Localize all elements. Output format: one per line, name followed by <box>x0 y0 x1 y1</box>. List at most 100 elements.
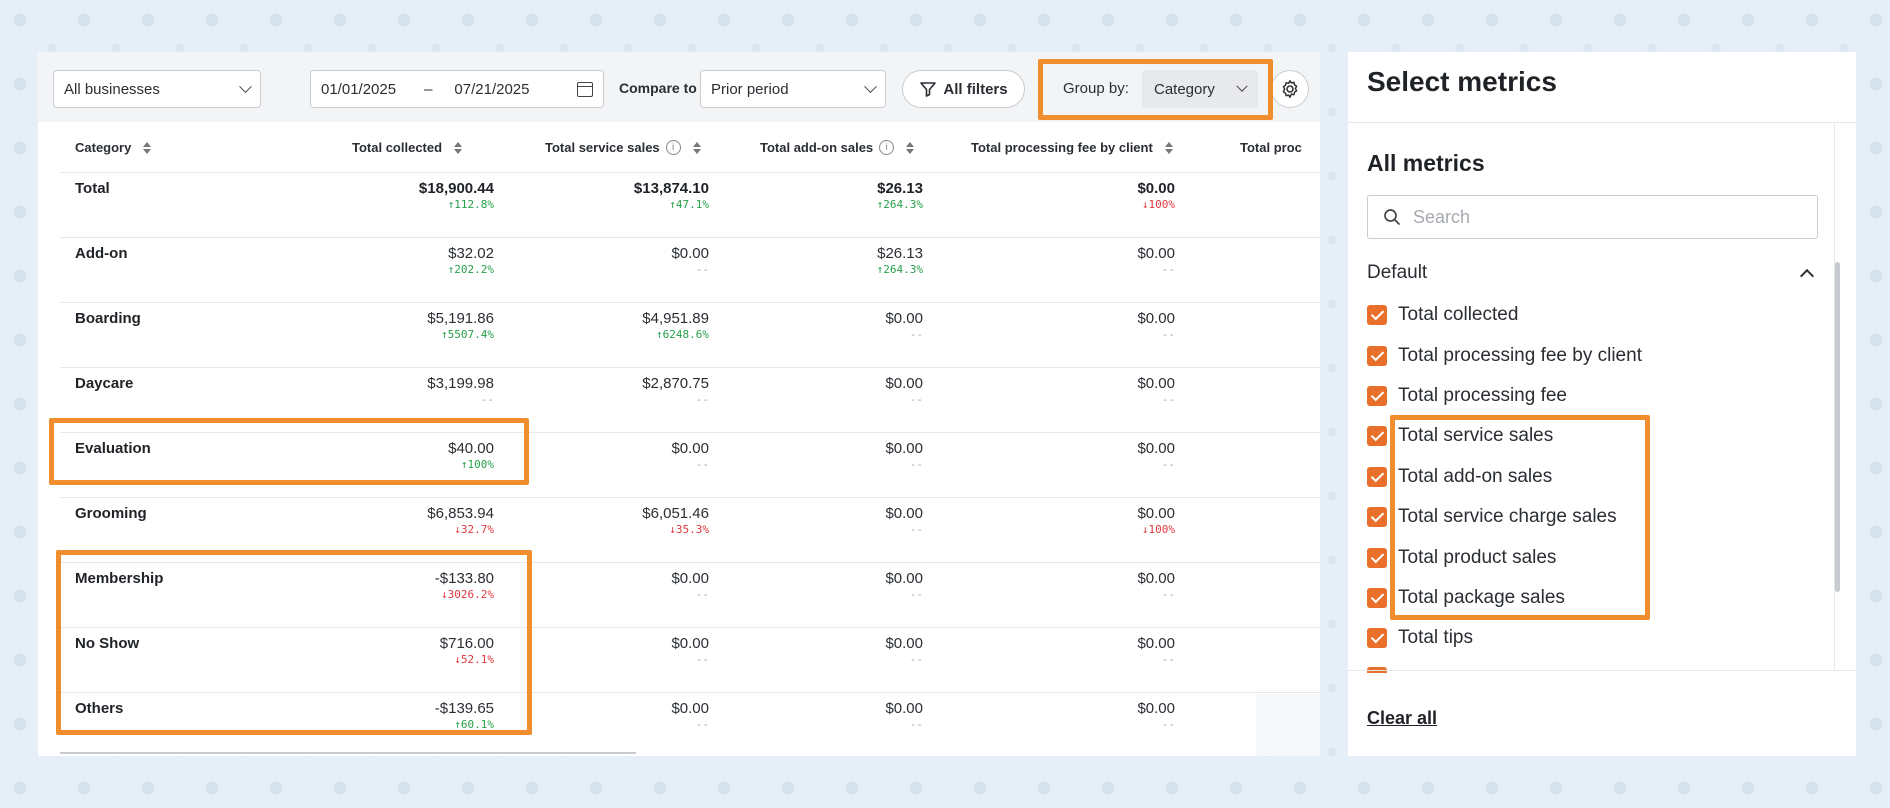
table-cell: $40.00 ↑100% <box>304 440 494 471</box>
table-cell: $0.00 -- <box>519 440 709 471</box>
report-toolbar: All businesses 01/01/2025 – 07/21/2025 C… <box>38 52 1320 122</box>
table-row[interactable]: Boarding $5,191.86 ↑5507.4% $4,951.89 ↑6248.… <box>60 303 1320 368</box>
table-row[interactable]: Daycare $3,199.98 -- $2,870.75 -- $0.00 -- $0.0… <box>60 368 1320 433</box>
checkbox-checked-icon[interactable] <box>1367 507 1387 528</box>
metric-list: Total collected Total processing fee by c… <box>1367 295 1642 659</box>
checkbox-checked-icon[interactable] <box>1367 305 1387 326</box>
metric-option[interactable]: Total product sales <box>1367 537 1642 577</box>
change-indicator: ↓32.7% <box>454 523 494 536</box>
chevron-up-icon <box>1799 268 1815 284</box>
cell-value: $0.00 <box>1137 310 1175 327</box>
footer-divider <box>1348 670 1856 671</box>
metric-option[interactable]: Total service charge sales <box>1367 497 1642 537</box>
table-row[interactable]: Add-on $32.02 ↑202.2% $0.00 -- $26.13 ↑264.3% $… <box>60 238 1320 303</box>
horizontal-scrollbar[interactable] <box>60 752 636 754</box>
checkbox-checked-icon[interactable] <box>1367 426 1387 447</box>
table-cell: $6,051.46 ↓35.3% <box>519 505 709 536</box>
gear-icon <box>1282 80 1298 98</box>
metric-option[interactable]: Total processing fee <box>1367 376 1642 416</box>
cell-value: $6,853.94 <box>427 505 494 522</box>
business-select[interactable]: All businesses <box>53 70 261 108</box>
chevron-down-icon <box>1236 80 1248 92</box>
table-row[interactable]: Total $18,900.44 ↑112.8% $13,874.10 ↑47.1% $2… <box>60 173 1320 238</box>
cell-value: $5,191.86 <box>427 310 494 327</box>
cell-value: $0.00 <box>671 440 709 457</box>
table-row[interactable]: Others -$139.65 ↑60.1% $0.00 -- $0.00 -- $0.00-… <box>60 693 1320 756</box>
clear-all-link[interactable]: Clear all <box>1367 708 1437 729</box>
cell-value: $0.00 <box>1137 245 1175 262</box>
cell-value: $0.00 <box>1137 700 1175 717</box>
table-row[interactable]: Evaluation $40.00 ↑100% $0.00 -- $0.00 -- $0.00… <box>60 433 1320 498</box>
scroll-fade <box>1256 694 1320 756</box>
group-label: Default <box>1367 262 1428 283</box>
metric-label: Total service charge sales <box>1398 506 1617 528</box>
column-header-total-collected[interactable]: Total collected <box>352 140 463 155</box>
metric-option[interactable]: Total tips <box>1367 618 1642 658</box>
change-indicator: -- <box>1161 393 1175 406</box>
category-name: Boarding <box>75 310 141 327</box>
compare-select[interactable]: Prior period <box>700 70 886 108</box>
cell-value: $26.13 <box>877 245 923 262</box>
table-row[interactable]: No Show $716.00 ↓52.1% $0.00 -- $0.00 -- $0.00-… <box>60 628 1320 693</box>
checkbox-checked-icon[interactable] <box>1367 547 1387 568</box>
cell-value: $0.00 <box>885 635 923 652</box>
checkbox-checked-icon[interactable] <box>1367 466 1387 487</box>
cell-value: $6,051.46 <box>642 505 709 522</box>
metric-option[interactable]: Total collected <box>1367 295 1642 335</box>
vertical-scrollbar[interactable] <box>1835 262 1840 592</box>
checkbox-checked-icon[interactable] <box>1367 587 1387 608</box>
change-indicator: ↑264.3% <box>876 198 923 211</box>
metric-option[interactable]: Total package sales <box>1367 578 1642 618</box>
category-name: Others <box>75 700 124 717</box>
all-filters-button[interactable]: All filters <box>902 70 1025 108</box>
divider <box>1348 122 1856 123</box>
column-header-label: Total add-on sales <box>760 140 874 155</box>
change-indicator: -- <box>1161 653 1175 666</box>
column-header-label: Category <box>75 140 132 155</box>
checkbox-checked-icon[interactable] <box>1367 628 1387 649</box>
cell-value: $0.00 <box>671 245 709 262</box>
column-header-category[interactable]: Category <box>75 140 152 155</box>
search-input[interactable] <box>1413 206 1793 228</box>
change-indicator: -- <box>1161 263 1175 276</box>
metric-search-field[interactable] <box>1367 195 1818 239</box>
metric-option[interactable]: Total add-on sales <box>1367 457 1642 497</box>
column-header-processing-fee-by-client[interactable]: Total processing fee by client <box>971 140 1173 155</box>
metric-label: Total collected <box>1398 304 1519 326</box>
table-cell: $3,199.98 -- <box>304 375 494 406</box>
table-row[interactable]: Grooming $6,853.94 ↓32.7% $6,051.46 ↓35.3% $0… <box>60 498 1320 563</box>
category-name: Grooming <box>75 505 147 522</box>
column-header-total-addon-sales[interactable]: Total add-on sales i <box>760 140 915 155</box>
metric-option[interactable]: Total service sales <box>1367 416 1642 456</box>
category-name: Daycare <box>75 375 134 392</box>
info-icon[interactable]: i <box>665 140 681 155</box>
table-cell: $0.00 -- <box>985 635 1175 666</box>
date-range-picker[interactable]: 01/01/2025 – 07/21/2025 <box>310 70 604 108</box>
metric-option[interactable]: Total processing fee by client <box>1367 335 1642 375</box>
info-icon[interactable]: i <box>879 140 895 155</box>
cell-value: $0.00 <box>885 440 923 457</box>
checkbox-checked-icon[interactable] <box>1367 385 1387 406</box>
panel-title: Select metrics <box>1367 66 1557 97</box>
category-name: Add-on <box>75 245 128 262</box>
cell-value: $0.00 <box>1137 440 1175 457</box>
change-indicator: ↓100% <box>1141 523 1175 536</box>
column-header-label: Total service sales <box>545 140 660 155</box>
metric-label: Total service sales <box>1398 425 1554 447</box>
settings-button[interactable] <box>1271 70 1309 108</box>
cell-value: $0.00 <box>885 310 923 327</box>
groupby-select[interactable]: Category <box>1142 70 1258 108</box>
change-indicator: ↓35.3% <box>669 523 709 536</box>
sort-icon <box>143 141 152 154</box>
cell-value: $0.00 <box>671 700 709 717</box>
cell-value: $2,870.75 <box>642 375 709 392</box>
table-row[interactable]: Membership -$133.80 ↓3026.2% $0.00 -- $0.00 --… <box>60 563 1320 628</box>
default-group-toggle[interactable]: Default <box>1367 258 1818 288</box>
column-header-total-service-sales[interactable]: Total service sales i <box>545 140 701 155</box>
column-header-total-proc[interactable]: Total proc <box>1240 140 1302 155</box>
sort-icon <box>906 141 915 154</box>
checkbox-checked-icon[interactable] <box>1367 345 1387 366</box>
cell-value: $40.00 <box>448 440 494 457</box>
change-indicator: -- <box>909 458 923 471</box>
business-select-value: All businesses <box>64 80 160 98</box>
